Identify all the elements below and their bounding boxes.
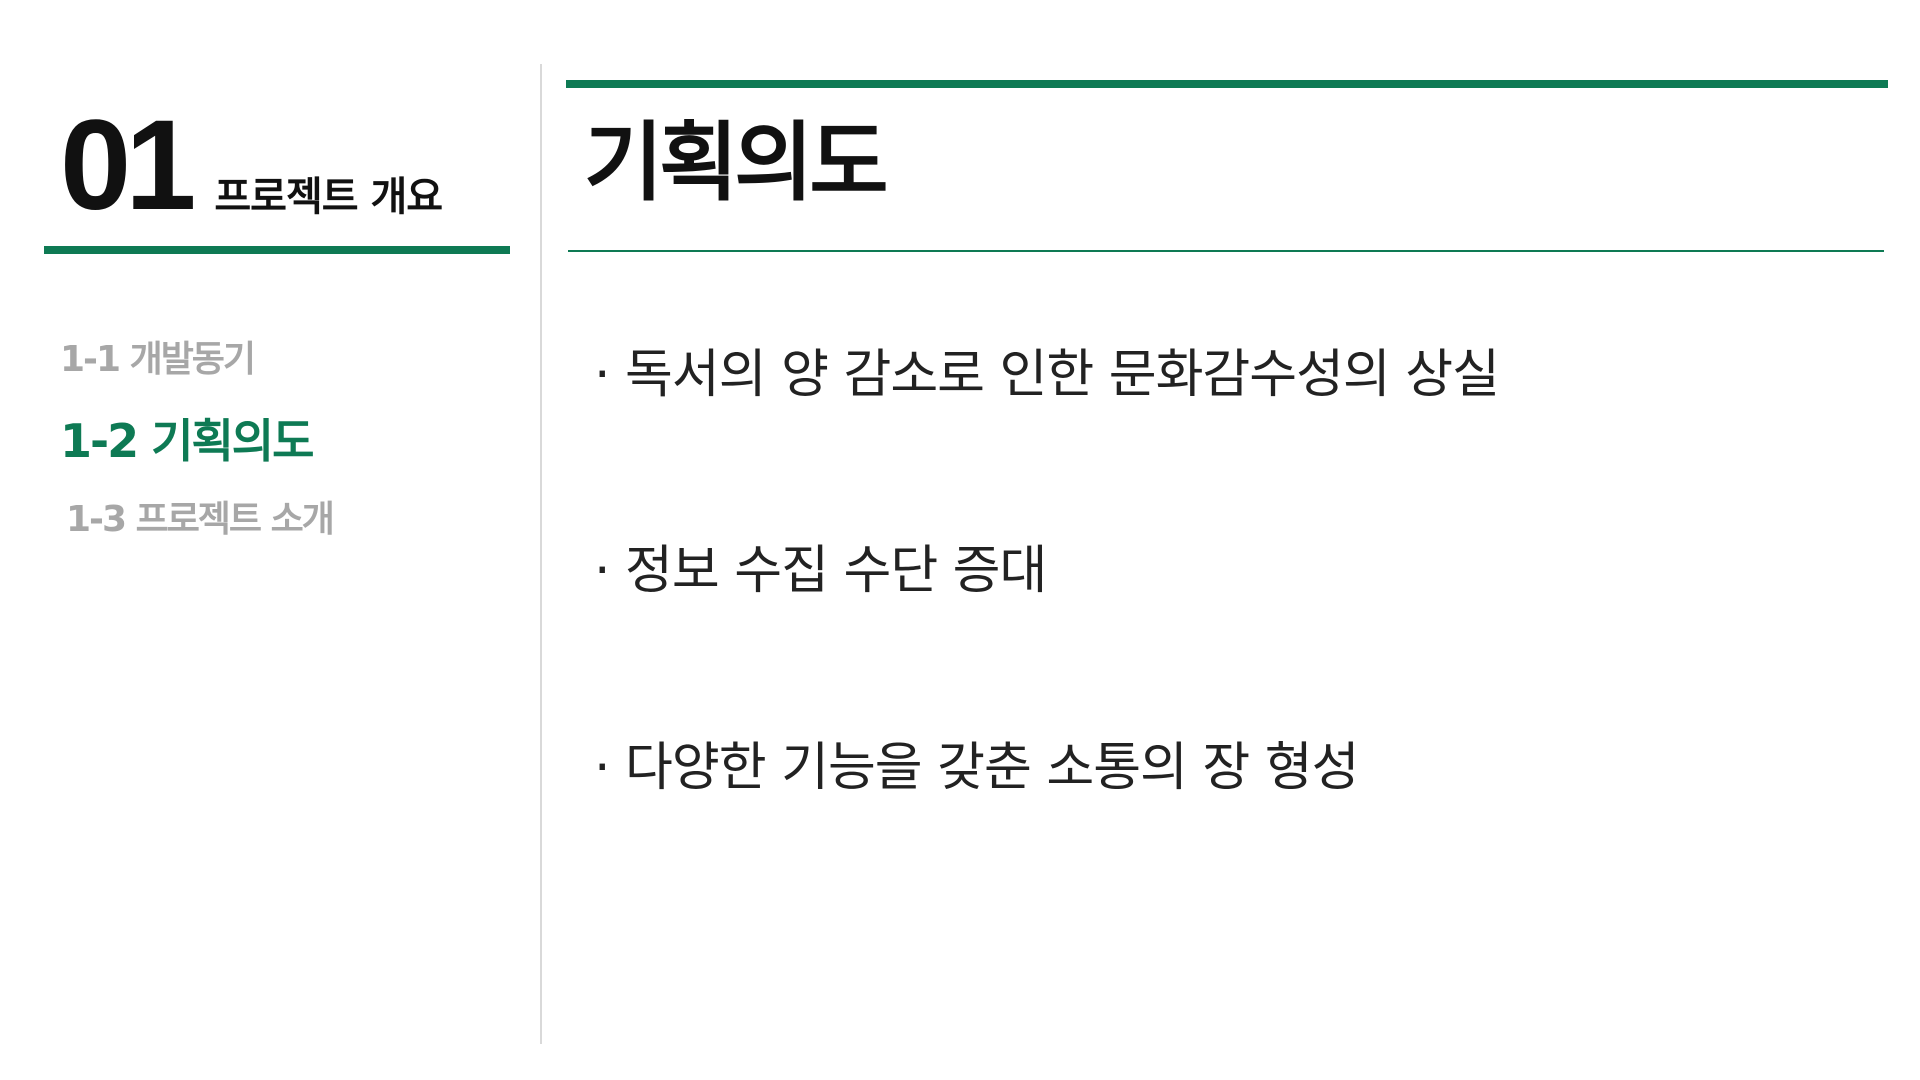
content-title-underline [568,250,1884,252]
section-title: 프로젝트 개요 [214,174,443,220]
content-top-rule [566,80,1888,88]
sub-section-nav: 1-1 개발동기 1-2 기획의도 1-3 프로젝트 소개 [60,342,335,578]
bullet-item: · 다양한 기능을 갖춘 소통의 장 형성 [594,737,1359,798]
section-underline [44,246,510,254]
vertical-divider [540,64,542,1044]
nav-item-planning-intent[interactable]: 1-2 기획의도 [60,418,333,464]
bullet-item: · 정보 수집 수단 증대 [594,541,1047,602]
bullet-item: · 독서의 양 감소로 인한 문화감수성의 상실 [594,345,1500,405]
bullet-list: · 독서의 양 감소로 인한 문화감수성의 상실 · 정보 수집 수단 증대 ·… [594,344,1500,933]
section-header: 01 프로젝트 개요 [60,94,443,237]
nav-item-motivation[interactable]: 1-1 개발동기 [60,342,333,378]
content-title: 기획의도 [584,113,888,213]
section-number: 01 [60,94,196,237]
nav-item-project-intro[interactable]: 1-3 프로젝트 소개 [66,502,335,538]
slide: 01 프로젝트 개요 1-1 개발동기 1-2 기획의도 1-3 프로젝트 소개… [0,0,1920,1080]
